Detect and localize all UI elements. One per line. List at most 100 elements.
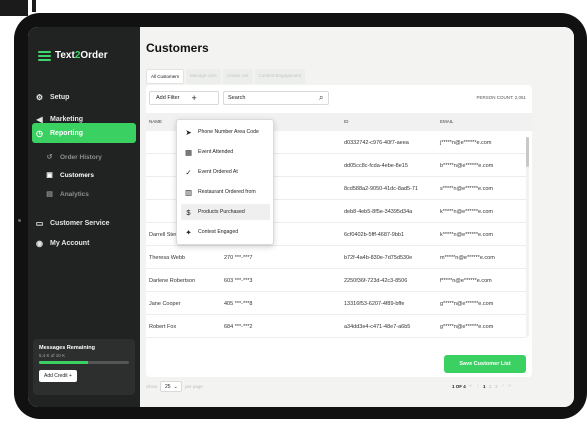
sidebar-subitem-label: Customers: [60, 171, 94, 179]
column-header-id[interactable]: ID: [344, 119, 349, 124]
sidebar-item-label: My Account: [50, 239, 90, 247]
messages-progress-fill: [39, 361, 88, 364]
tab-bar: All Customers Manage Lists Create List C…: [146, 69, 306, 84]
filter-option-phone-area-code[interactable]: ➤ Phone Number Area Code: [181, 124, 270, 140]
filter-option-label: Event Attended: [198, 149, 234, 155]
page-number-3[interactable]: 3: [495, 384, 498, 389]
sidebar-item-label: Customer Service: [50, 219, 110, 227]
person-count: PERSON COUNT: 2,051: [476, 95, 526, 100]
filter-option-restaurant[interactable]: ▥ Restaurant Ordered from: [181, 184, 270, 200]
table-row[interactable]: Jane Cooper 405 ***-***8 13316f53-6207-4f8…: [146, 292, 526, 315]
messages-remaining-panel: Messages Remaining 5.4 K of 10 K Add Cre…: [33, 339, 135, 395]
plus-icon: +: [191, 92, 197, 103]
cell-id: 2250f36f-723d-42c3-8506: [344, 278, 408, 284]
page-number-1[interactable]: 1: [483, 384, 486, 389]
search-input[interactable]: Search ⌕: [223, 91, 329, 105]
messages-title: Messages Remaining: [39, 345, 95, 351]
page-number-2[interactable]: 2: [489, 384, 492, 389]
check-circle-icon: ✓: [185, 167, 192, 177]
cell-name: Jane Cooper: [149, 301, 181, 307]
gear-icon: ⚙: [35, 92, 44, 102]
clock-icon: ◷: [36, 128, 43, 138]
sidebar-subitem-order-history[interactable]: ↺ Order History: [45, 150, 102, 164]
scrollbar-thumb[interactable]: [526, 137, 529, 167]
save-customer-list-button[interactable]: Save Customer List: [444, 355, 526, 373]
messages-progress-bar: [39, 361, 129, 364]
cell-id: d0332742-c976-40f7-aeea: [344, 140, 409, 146]
tablet-frame: Text2Order ⚙ Setup ◀ Marketing ◷ Reporti…: [14, 13, 587, 419]
add-filter-label: Add Filter: [156, 95, 180, 101]
cell-phone: 270 ***-***7: [224, 255, 253, 261]
messages-count: 5.4 K of 10 K: [39, 353, 66, 358]
dollar-icon: $: [186, 207, 191, 217]
cell-email: b*****n@e******e.com: [440, 163, 494, 169]
cell-email: g*****n@e******e.com: [440, 324, 494, 330]
column-header-email[interactable]: EMAIL: [440, 119, 454, 124]
app-logo[interactable]: Text2Order: [38, 50, 108, 61]
filter-option-label: Phone Number Area Code: [198, 129, 259, 135]
sidebar-subitem-label: Order History: [60, 153, 102, 161]
table-row[interactable]: Robert Fox 684 ***-***2 a34dd3e4-c471-48e7…: [146, 315, 526, 338]
per-page-select[interactable]: 25 ⌄: [160, 381, 182, 392]
sidebar-subitem-analytics[interactable]: ▤ Analytics: [45, 187, 89, 201]
filter-option-products-purchased[interactable]: $ Products Purchased: [181, 204, 270, 220]
chat-icon: ▭: [35, 218, 44, 228]
table-row[interactable]: Darlene Robertson 603 ***-***3 2250f36f-72…: [146, 269, 526, 292]
sidebar-item-label: Marketing: [50, 115, 84, 123]
cell-email: f*****n@e******e.com: [440, 278, 492, 284]
cell-phone: 603 ***-***3: [224, 278, 253, 284]
sidebar-item-my-account[interactable]: ◉ My Account: [28, 233, 140, 253]
user-circle-icon: ◉: [36, 238, 43, 248]
sidebar-item-setup[interactable]: ⚙ Setup: [28, 87, 140, 107]
first-page-icon[interactable]: «: [469, 383, 472, 389]
contact-card-icon: ▣: [46, 171, 53, 179]
cell-id: 6cf0402b-5fff-4687-9bb1: [344, 232, 405, 238]
add-filter-button[interactable]: Add Filter +: [149, 91, 219, 105]
pagination-bar: Show 25 ⌄ per page 1 OF 4 « ‹ 1 2 3 › »: [146, 381, 532, 393]
logo-icon: [38, 50, 51, 61]
sidebar-item-reporting[interactable]: ◷ Reporting: [32, 123, 136, 143]
cell-name: Robert Fox: [149, 324, 177, 330]
cell-email: g*****n@e******e.com: [440, 301, 494, 307]
table-scrollbar[interactable]: [526, 137, 529, 337]
store-icon: ▥: [184, 187, 193, 197]
filter-dropdown-menu: ➤ Phone Number Area Code ▦ Event Attende…: [176, 119, 274, 245]
tab-manage-lists[interactable]: Manage Lists: [186, 69, 221, 84]
show-label: Show: [146, 384, 158, 389]
filter-option-event-attended[interactable]: ▦ Event Attended: [181, 144, 270, 160]
table-row[interactable]: Theresa Webb 270 ***-***7 b72f-4a4b-830e-7…: [146, 246, 526, 269]
calendar-icon: ▦: [184, 147, 193, 157]
search-icon[interactable]: ⌕: [319, 93, 328, 103]
cell-id: b72f-4a4b-830e-7d75d530e: [344, 255, 413, 261]
chart-icon: ▤: [46, 190, 53, 198]
page-info: 1 OF 4: [452, 384, 466, 389]
cell-phone: 684 ***-***2: [224, 324, 253, 330]
main-content: Customers All Customers Manage Lists Cre…: [140, 27, 574, 407]
sidebar-subitem-customers[interactable]: ▣ Customers: [45, 168, 94, 182]
filter-option-event-ordered-at[interactable]: ✓ Event Ordered At: [181, 164, 270, 180]
sidebar-item-customer-service[interactable]: ▭ Customer Service: [28, 213, 140, 233]
camera-dot: [18, 219, 21, 222]
send-icon: ➤: [185, 127, 192, 137]
cell-email: s*****n@e******e.com: [440, 186, 493, 192]
per-page-label: per page: [185, 384, 203, 389]
app-screen: Text2Order ⚙ Setup ◀ Marketing ◷ Reporti…: [28, 27, 574, 407]
tab-all-customers[interactable]: All Customers: [146, 69, 185, 84]
tab-create-list[interactable]: Create List: [222, 69, 253, 84]
sidebar-item-label: Reporting: [50, 129, 84, 137]
chevron-down-icon: ⌄: [173, 383, 178, 390]
cell-id: 13316f53-6207-4f89-bffe: [344, 301, 405, 307]
add-credit-button[interactable]: Add Credit +: [39, 370, 77, 382]
column-header-name[interactable]: NAME: [149, 119, 162, 124]
page-title: Customers: [146, 41, 209, 55]
history-icon: ↺: [46, 153, 53, 161]
last-page-icon[interactable]: »: [508, 383, 511, 389]
cell-name: Darlene Robertson: [149, 278, 196, 284]
top-edge-block: [0, 0, 28, 16]
tab-content-engagement[interactable]: Content Engagement: [254, 69, 306, 84]
cell-email: m*****n@e******e.com: [440, 255, 495, 261]
cell-email: j*****n@e******e.com: [440, 140, 492, 146]
next-page-icon[interactable]: ›: [502, 383, 504, 389]
prev-page-icon[interactable]: ‹: [477, 383, 479, 389]
filter-option-contest-engaged[interactable]: ✦ Contest Engaged: [181, 224, 270, 240]
